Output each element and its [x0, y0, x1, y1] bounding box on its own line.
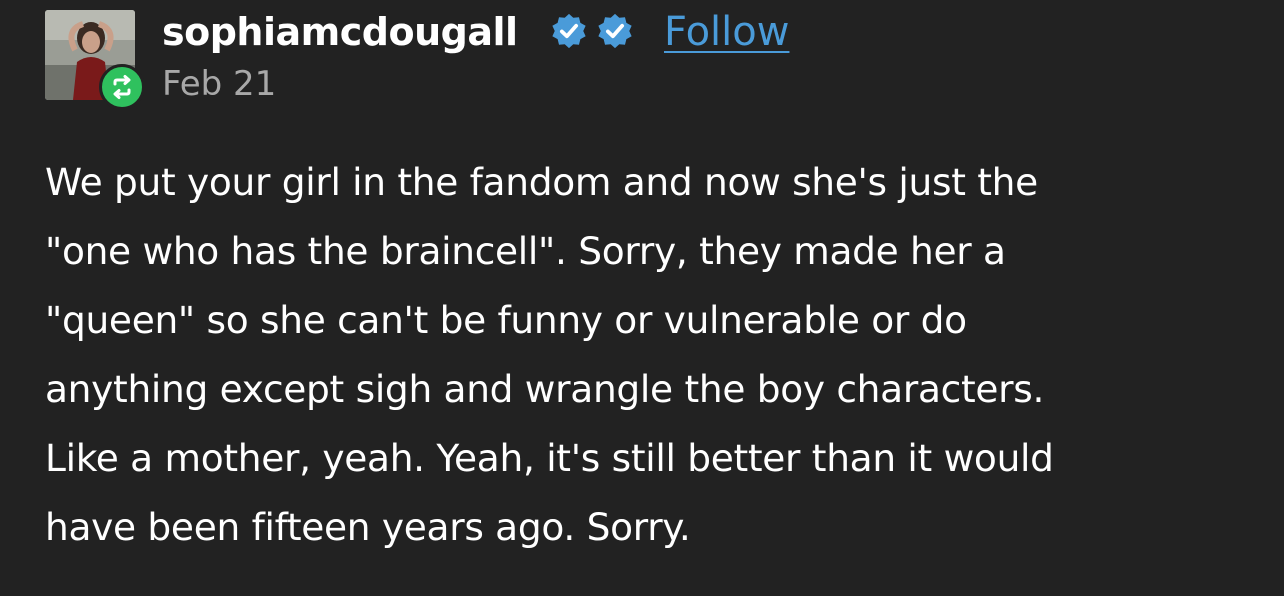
post-date[interactable]: Feb 21 — [162, 62, 276, 106]
post: sophiamcdougall Follow Feb 21 We put you… — [0, 0, 1284, 596]
reblog-icon — [99, 64, 145, 110]
post-body-line: anything except sigh and wrangle the boy… — [45, 367, 1045, 411]
post-body-line: We put your girl in the fandom and now s… — [45, 160, 1038, 204]
post-body-line: have been fifteen years ago. Sorry. — [45, 505, 691, 549]
post-body-line: "one who has the braincell". Sorry, they… — [45, 229, 1006, 273]
post-body-line: Like a mother, yeah. Yeah, it's still be… — [45, 436, 1054, 480]
post-body: We put your girl in the fandom and now s… — [45, 148, 1265, 562]
follow-button[interactable]: Follow — [664, 6, 789, 58]
verified-badge-icon — [552, 13, 586, 49]
username[interactable]: sophiamcdougall — [162, 6, 518, 58]
avatar-container[interactable] — [45, 10, 145, 110]
post-body-line: "queen" so she can't be funny or vulnera… — [45, 298, 967, 342]
verified-badge-icon — [598, 13, 632, 49]
